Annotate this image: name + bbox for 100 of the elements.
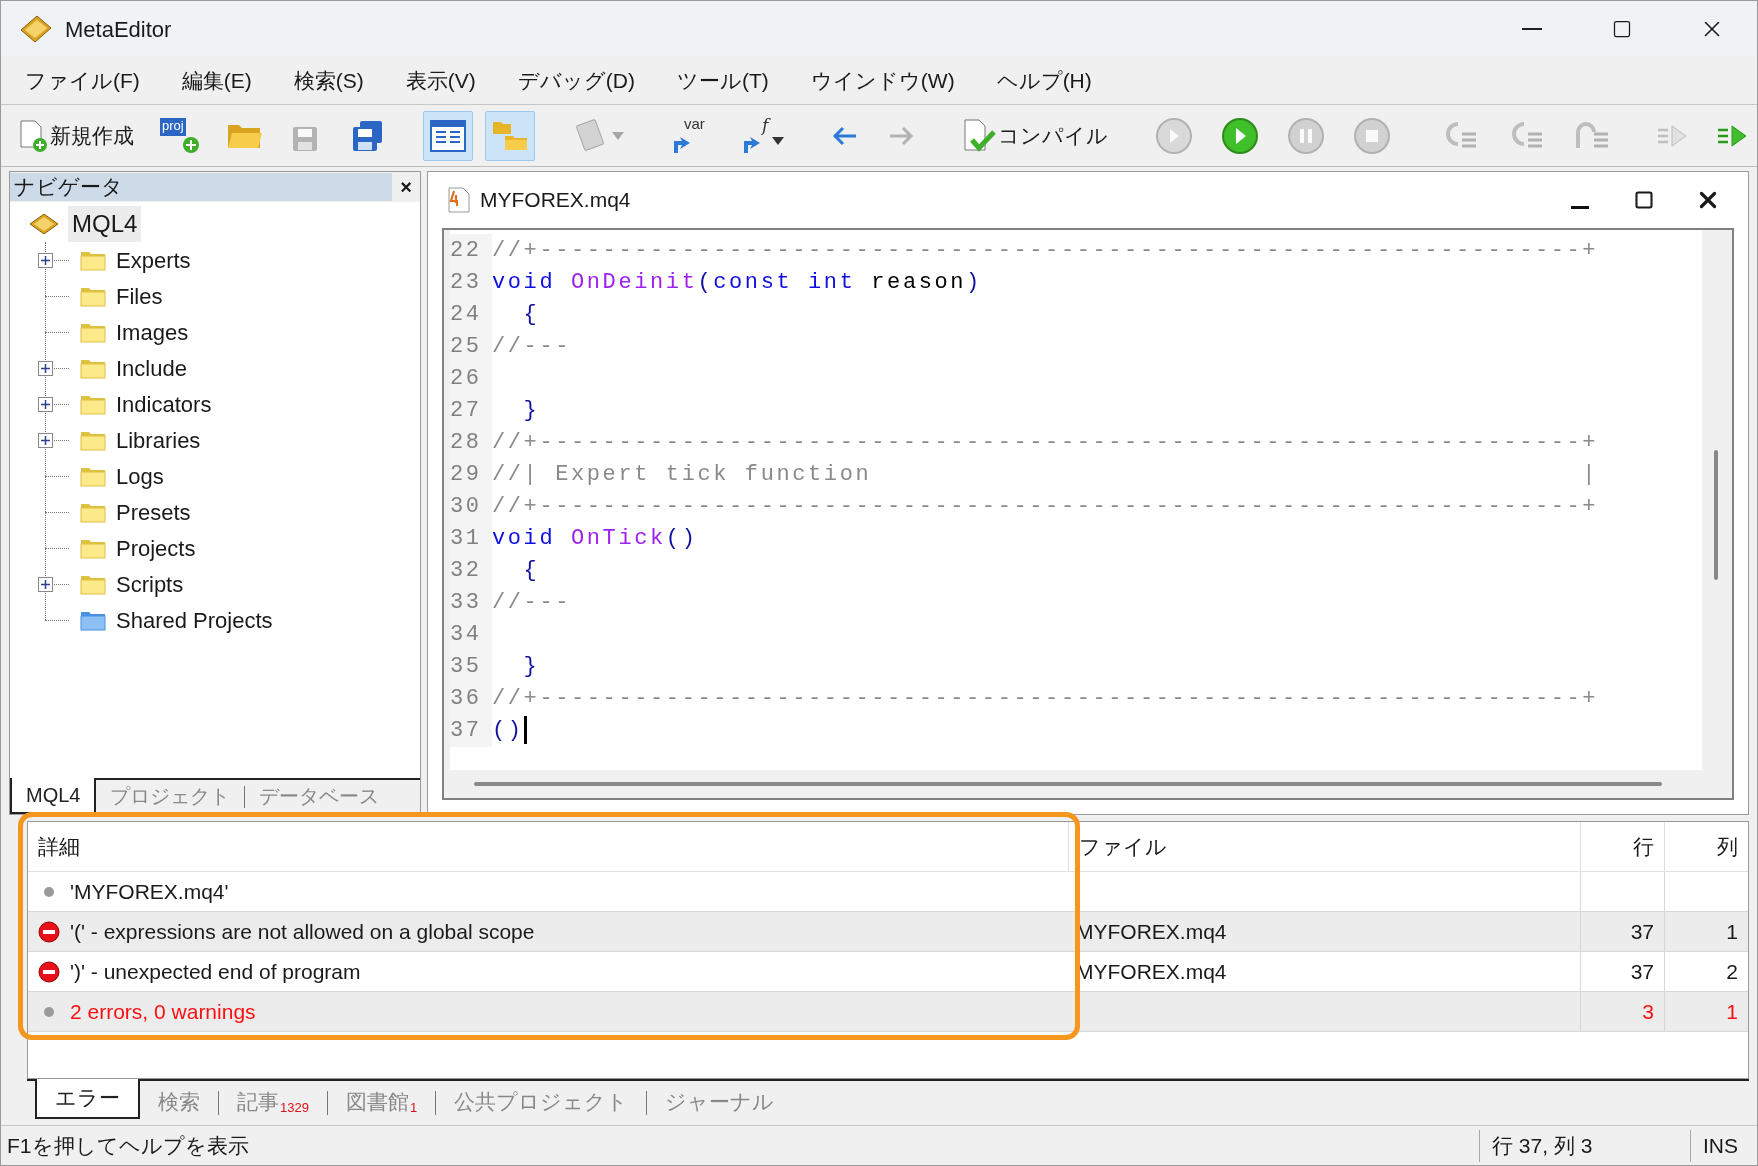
- folder-icon: [80, 321, 106, 343]
- message-text: '(' - expressions are not allowed on a global scope: [70, 918, 535, 945]
- menu-item[interactable]: 編集(E): [181, 64, 252, 97]
- expand-toggle-icon[interactable]: [38, 432, 53, 448]
- insert-mode: INS: [1702, 1132, 1739, 1159]
- folder-icon: [80, 429, 106, 451]
- line-number: 23: [450, 265, 492, 299]
- floppy-disks-icon: [350, 118, 384, 153]
- code-line: //| Expert tick function |: [492, 460, 1599, 489]
- tree-item[interactable]: Projects: [116, 531, 196, 565]
- menu-item[interactable]: ファイル(F): [25, 64, 140, 97]
- folder-icon: [80, 393, 106, 415]
- expand-toggle-icon[interactable]: [38, 360, 53, 376]
- tree-item[interactable]: MQL4: [68, 206, 142, 242]
- tree-item[interactable]: Files: [116, 279, 163, 313]
- line-number: 31: [450, 521, 492, 555]
- code-line: }: [522, 396, 540, 425]
- code-line: //+------------------------------------------------------------------+: [492, 684, 1599, 713]
- line-number: 29: [450, 457, 492, 491]
- message-text: 2 errors, 0 warnings: [70, 998, 256, 1025]
- menu-item[interactable]: ウインドウ(W): [810, 64, 955, 97]
- message-text: ')' - unexpected end of program: [70, 958, 361, 985]
- line-number: 34: [450, 617, 492, 651]
- close-button[interactable]: ×: [392, 172, 420, 202]
- new-file-icon: [18, 118, 48, 153]
- maximize-icon: [1612, 19, 1632, 39]
- line-number: 36: [450, 681, 492, 715]
- line-number: 37: [450, 713, 492, 747]
- toolbar-button[interactable]: [423, 110, 473, 161]
- code-line: //+------------------------------------------------------------------+: [492, 236, 1599, 265]
- menu-item[interactable]: デバッグ(D): [517, 64, 635, 97]
- cursor-position: 行 37, 列 3: [1491, 1132, 1594, 1159]
- expand-toggle-icon[interactable]: [38, 252, 53, 268]
- document-title: MYFOREX.mq4: [480, 187, 631, 214]
- code-line: void OnDeinit(const int reason): [492, 268, 982, 297]
- new-button[interactable]: 新規作成: [11, 110, 141, 161]
- line-number: 24: [450, 297, 492, 331]
- tree-item[interactable]: Libraries: [116, 423, 201, 457]
- code-line: (): [492, 716, 524, 745]
- app-logo-icon: [19, 14, 53, 44]
- tree-item[interactable]: Include: [116, 351, 187, 385]
- toolbar-button[interactable]: proj: [153, 110, 207, 161]
- error-icon: [38, 920, 60, 943]
- menu-item[interactable]: 検索(S): [293, 64, 364, 97]
- line-number: 32: [450, 553, 492, 587]
- tree-item[interactable]: Experts: [116, 243, 191, 277]
- clipboard-dropdown-icon: [574, 118, 624, 153]
- table-cell: 37: [1580, 952, 1664, 992]
- folder-icon: [80, 573, 106, 595]
- code-line: //---: [492, 332, 571, 361]
- minimize-icon: [1571, 205, 1589, 209]
- table-cell: MYFOREX.mq4: [1068, 912, 1580, 952]
- folder-icon: [80, 501, 106, 523]
- table-cell: 1: [1664, 992, 1748, 1032]
- line-number: 33: [450, 585, 492, 619]
- file-icon: [448, 187, 470, 213]
- line-number: 28: [450, 425, 492, 459]
- pause-icon: [1286, 115, 1326, 156]
- expand-toggle-icon[interactable]: [38, 396, 53, 412]
- tab[interactable]: MQL4: [10, 778, 97, 814]
- error-icon: [38, 960, 60, 983]
- minimize-icon: [1522, 28, 1542, 30]
- code-line: void OnTick(): [492, 524, 698, 553]
- line-number: 35: [450, 649, 492, 683]
- expand-toggle-icon[interactable]: [38, 576, 53, 592]
- play-icon: [1220, 115, 1260, 156]
- line-number: 26: [450, 361, 492, 395]
- menu-item[interactable]: 表示(V): [405, 64, 476, 97]
- folder-icon: [80, 537, 106, 559]
- message-text: 'MYFOREX.mq4': [70, 878, 229, 905]
- stop-icon: [1352, 115, 1392, 156]
- tree-item[interactable]: Images: [116, 315, 189, 349]
- tree-item[interactable]: Scripts: [116, 567, 184, 601]
- tree-item[interactable]: Presets: [116, 495, 191, 529]
- toolbar-button[interactable]: var: [663, 110, 721, 161]
- menu-item[interactable]: ツール(T): [677, 64, 769, 97]
- tree-item[interactable]: Shared Projects: [116, 603, 273, 637]
- maximize-icon: [1634, 190, 1654, 210]
- code-line: //+------------------------------------------------------------------+: [492, 428, 1599, 457]
- tree-item[interactable]: Logs: [116, 459, 164, 493]
- line-number: 25: [450, 329, 492, 363]
- code-line: }: [522, 652, 540, 681]
- table-cell: 1: [1664, 912, 1748, 952]
- code-line: //+------------------------------------------------------------------+: [492, 492, 1599, 521]
- table-cell: 37: [1580, 912, 1664, 952]
- code-line: {: [522, 556, 540, 585]
- panel-title: ナビゲータ: [10, 173, 392, 201]
- folder-icon: [80, 285, 106, 307]
- menu-item[interactable]: ヘルプ(H): [996, 64, 1092, 97]
- compile-button[interactable]: コンパイル: [955, 110, 1115, 161]
- folder-icon: [80, 465, 106, 487]
- line-number: 22: [450, 233, 492, 267]
- line-number: 30: [450, 489, 492, 523]
- folder-icon: [80, 249, 106, 271]
- toolbar-button[interactable]: f: [733, 110, 791, 161]
- tree-item[interactable]: Indicators: [116, 387, 212, 421]
- window-title: MetaEditor: [65, 15, 172, 44]
- folders-icon: [492, 119, 528, 152]
- line-number: 27: [450, 393, 492, 427]
- tab[interactable]: エラー: [35, 1079, 140, 1119]
